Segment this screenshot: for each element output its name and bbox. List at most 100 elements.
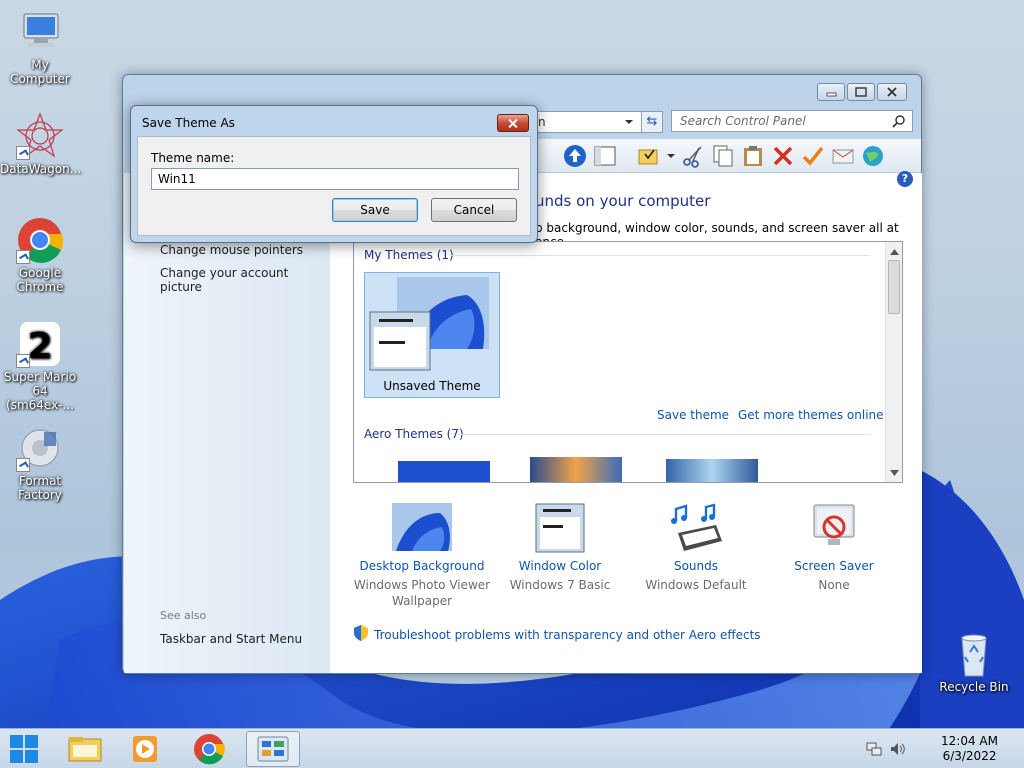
desktop-background-sub: Windows Photo Viewer Wallpaper [353,578,491,608]
desktop-icon-label: My Computer [10,58,70,86]
globe-icon[interactable] [861,144,885,168]
screen-saver-sub: None [818,578,850,592]
window-color-sub: Windows 7 Basic [509,578,611,592]
checkmark-icon[interactable] [801,144,825,168]
copy-icon[interactable] [711,144,735,168]
search-placeholder: Search Control Panel [680,114,806,128]
taskbar-control-panel[interactable] [246,731,300,767]
save-theme-link[interactable]: Save theme [657,408,729,422]
pane-icon[interactable] [593,144,617,168]
system-tray [866,741,906,760]
desktop-background-title: Desktop Background [359,559,485,573]
desktop-icon-format-factory[interactable]: Format Factory [0,424,80,502]
network-icon[interactable] [866,741,882,760]
desktop-icon-label: Google Chrome [16,266,64,294]
left-pane: Change mouse pointers Change your accoun… [124,173,330,673]
desktop-icon-label: Super Mario 64 (sm64ex-... [3,370,77,412]
sounds-item[interactable]: Sounds Windows Default [626,503,766,593]
link-change-account-picture[interactable]: Change your account picture [160,266,330,294]
desktop-icon-recycle-bin[interactable]: Recycle Bin [934,630,1014,694]
save-theme-dialog: Save Theme As Theme name: Save Cancel [130,105,538,243]
desktop-icon-super-mario[interactable]: 2 Super Mario 64 (sm64ex-... [0,320,80,412]
theme-thumbnail[interactable] [666,459,758,482]
minimize-button[interactable] [817,83,845,101]
theme-caption: Unsaved Theme [383,379,481,393]
desktop-icon-label: DataWagon... [0,162,82,176]
window-controls [817,83,907,101]
divider [458,434,870,435]
delete-icon[interactable] [771,144,795,168]
troubleshoot-link[interactable]: Troubleshoot problems with transparency … [354,625,761,644]
get-more-themes-link[interactable]: Get more themes online [738,408,884,422]
super-mario-icon: 2 [16,320,64,368]
divider [450,255,870,256]
themes-list: My Themes (1) Unsaved Theme Save theme G… [353,241,903,483]
taskbar-file-explorer[interactable] [58,731,112,767]
desktop-icon-google-chrome[interactable]: Google Chrome [0,216,80,294]
desktop-icon-label: Recycle Bin [939,680,1009,694]
start-button[interactable] [4,731,48,767]
help-icon[interactable]: ? [897,171,913,187]
theme-name-input[interactable] [151,168,519,190]
paste-icon[interactable] [741,144,765,168]
volume-icon[interactable] [890,741,906,760]
address-dropdown-arrow-icon[interactable] [621,111,637,133]
shortcut-arrow-icon [16,250,30,264]
window-color-item[interactable]: Window Color Windows 7 Basic [490,503,630,593]
shortcut-arrow-icon [16,354,30,368]
themes-scrollbar[interactable] [885,242,902,482]
computer-icon [16,8,64,56]
see-also-label: See also [160,609,207,622]
chrome-icon [16,216,64,264]
close-button[interactable] [877,83,907,101]
window-color-title: Window Color [518,559,602,573]
shortcut-arrow-icon [16,458,30,472]
dialog-close-button[interactable] [497,114,529,132]
dialog-body: Theme name: Save Cancel [137,136,531,236]
scissors-icon[interactable] [681,144,705,168]
link-taskbar-start-menu[interactable]: Taskbar and Start Menu [160,632,302,646]
scroll-down-icon[interactable] [890,465,899,479]
sounds-title: Sounds [673,559,719,573]
folder-check-icon[interactable] [637,144,661,168]
taskbar: 12:04 AM 6/3/2022 [0,728,1024,768]
group-my-themes: My Themes (1) [364,248,454,262]
search-input[interactable]: Search Control Panel [671,110,913,132]
theme-thumbnail[interactable] [398,461,490,482]
desktop-icon-my-computer[interactable]: My Computer [0,8,80,86]
dropdown-icon[interactable] [667,144,675,168]
window-thumbnail-icon [369,311,431,371]
up-arrow-icon[interactable] [563,144,587,168]
sounds-icon [666,503,726,553]
scroll-up-icon[interactable] [890,244,899,258]
link-change-mouse-pointers[interactable]: Change mouse pointers [160,243,303,257]
clock-date: 6/3/2022 [942,749,997,763]
desktop-icon-datawagon[interactable]: DataWagon... [0,112,82,176]
search-icon [892,114,906,128]
clock[interactable]: 12:04 AM 6/3/2022 [941,734,998,764]
format-factory-icon [16,424,64,472]
window-color-icon [530,503,590,553]
save-button[interactable]: Save [332,198,418,222]
screen-saver-title: Screen Saver [794,559,874,573]
address-text: n [538,115,546,129]
desktop-icon-label: Format Factory [18,474,62,502]
mail-icon[interactable] [831,144,855,168]
toolbar [537,139,921,173]
theme-name-label: Theme name: [151,151,235,165]
refresh-button[interactable]: ⇆ [641,111,663,133]
theme-thumbnail[interactable] [530,457,622,482]
shield-icon [354,625,368,644]
clock-time: 12:04 AM [941,734,998,748]
maximize-button[interactable] [847,83,875,101]
troubleshoot-text: Troubleshoot problems with transparency … [374,627,761,642]
theme-unsaved[interactable]: Unsaved Theme [364,272,500,398]
scroll-thumb[interactable] [888,260,900,314]
taskbar-media-player[interactable] [118,731,172,767]
screen-saver-item[interactable]: Screen Saver None [764,503,904,593]
screen-saver-icon [804,503,864,553]
taskbar-chrome[interactable] [182,731,236,767]
recycle-bin-icon [950,630,998,678]
cancel-button[interactable]: Cancel [431,198,517,222]
desktop-background-item[interactable]: Desktop Background Windows Photo Viewer … [352,503,492,609]
